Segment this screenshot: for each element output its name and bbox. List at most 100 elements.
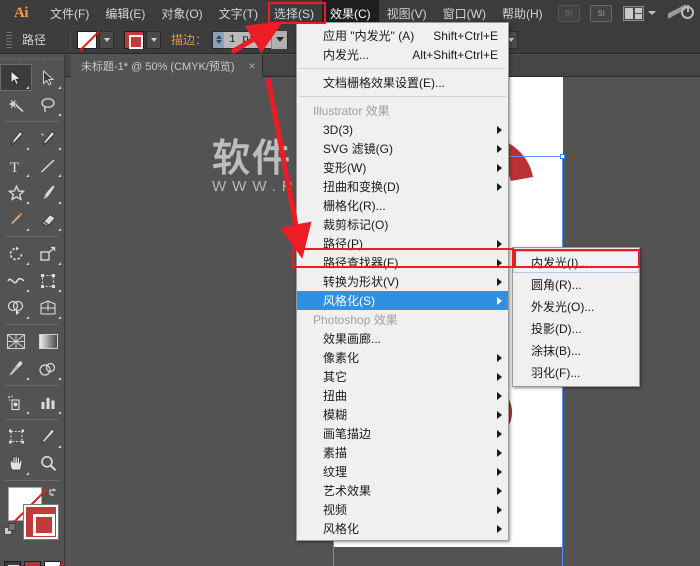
hand-tool[interactable] xyxy=(0,450,32,477)
bridge-icon[interactable]: Br xyxy=(558,5,580,22)
fill-dropdown[interactable] xyxy=(99,31,114,49)
arrange-documents-button[interactable] xyxy=(623,6,656,21)
type-tool[interactable]: T xyxy=(0,152,32,179)
default-fill-stroke-icon[interactable] xyxy=(4,523,17,536)
rotate-tool[interactable] xyxy=(0,240,32,267)
chevron-down-icon xyxy=(104,38,110,42)
lasso-tool[interactable] xyxy=(32,91,64,118)
menu-3d[interactable]: 3D(3) xyxy=(297,120,508,139)
stroke-swatch[interactable] xyxy=(124,31,144,49)
toolbar-divider xyxy=(5,419,59,420)
menu-path[interactable]: 路径(P) xyxy=(297,234,508,253)
slice-tool[interactable] xyxy=(32,423,64,450)
stroke-weight-dropdown[interactable] xyxy=(271,31,287,49)
menu-distort[interactable]: 扭曲 xyxy=(297,386,508,405)
column-graph-tool[interactable] xyxy=(32,389,64,416)
menu-apply-inner-glow[interactable]: 应用 "内发光" (A) Shift+Ctrl+E xyxy=(297,26,508,45)
close-icon[interactable]: × xyxy=(249,59,256,73)
fill-swatch[interactable] xyxy=(77,31,97,49)
stroke-weight-field[interactable]: 1 pt xyxy=(212,31,288,49)
panel-grip[interactable] xyxy=(4,31,14,49)
selection-tool[interactable] xyxy=(0,64,32,91)
magic-wand-tool[interactable] xyxy=(0,91,32,118)
menu-type[interactable]: 文字(T) xyxy=(211,0,266,26)
menu-svg-filters[interactable]: SVG 滤镜(G) xyxy=(297,139,508,158)
scale-tool[interactable] xyxy=(32,240,64,267)
blend-tool[interactable] xyxy=(32,355,64,382)
stroke-dropdown[interactable] xyxy=(146,31,161,49)
menu-document-raster-settings[interactable]: 文档栅格效果设置(E)... xyxy=(297,73,508,92)
shape-builder-tool[interactable] xyxy=(0,294,32,321)
chevron-right-icon xyxy=(497,392,502,400)
chevron-right-icon xyxy=(497,354,502,362)
menu-warp[interactable]: 变形(W) xyxy=(297,158,508,177)
stock-icon[interactable]: St xyxy=(590,5,612,22)
artboard-tool[interactable] xyxy=(0,423,32,450)
menu-inner-glow-dialog[interactable]: 内发光... Alt+Shift+Ctrl+E xyxy=(297,45,508,64)
menu-brush-strokes[interactable]: 画笔描边 xyxy=(297,424,508,443)
menu-artistic[interactable]: 艺术效果 xyxy=(297,481,508,500)
toolbar-divider xyxy=(5,236,59,237)
eraser-tool[interactable] xyxy=(32,206,64,233)
gradient-button[interactable] xyxy=(24,561,41,566)
menu-pathfinder[interactable]: 路径查找器(F) xyxy=(297,253,508,272)
document-tab[interactable]: 未标题-1* @ 50% (CMYK/预览) × xyxy=(71,55,263,77)
menu-stylize[interactable]: 风格化(S) xyxy=(297,291,508,310)
submenu-drop-shadow[interactable]: 投影(D)... xyxy=(513,317,639,339)
arrange-grid-icon xyxy=(623,6,644,21)
effect-menu-dropdown[interactable]: 应用 "内发光" (A) Shift+Ctrl+E 内发光... Alt+Shi… xyxy=(296,22,509,541)
menubar-right-group: Br St xyxy=(553,0,700,26)
menu-edit[interactable]: 编辑(E) xyxy=(97,0,153,26)
perspective-grid-tool[interactable] xyxy=(32,294,64,321)
pencil-tool[interactable] xyxy=(0,206,32,233)
menu-pixelate[interactable]: 像素化 xyxy=(297,348,508,367)
menu-texture[interactable]: 纹理 xyxy=(297,462,508,481)
menu-convert-to-shape[interactable]: 转换为形状(V) xyxy=(297,272,508,291)
menu-distort-transform[interactable]: 扭曲和变换(D) xyxy=(297,177,508,196)
menu-sketch[interactable]: 素描 xyxy=(297,443,508,462)
illustrator-window: Ai 文件(F) 编辑(E) 对象(O) 文字(T) 选择(S) 效果(C) 视… xyxy=(0,0,700,566)
chevron-right-icon xyxy=(497,373,502,381)
zoom-tool[interactable] xyxy=(32,450,64,477)
swap-fill-stroke-icon[interactable] xyxy=(48,485,60,497)
direct-selection-tool[interactable] xyxy=(32,64,64,91)
chevron-right-icon xyxy=(497,259,502,267)
submenu-round-corners[interactable]: 圆角(R)... xyxy=(513,273,639,295)
tools-panel-grip[interactable] xyxy=(0,54,64,64)
toolbar-divider xyxy=(5,121,59,122)
width-tool[interactable] xyxy=(0,267,32,294)
gradient-tool[interactable] xyxy=(32,328,64,355)
stroke-color-swatch[interactable] xyxy=(24,505,58,539)
add-anchor-point-tool[interactable]: + xyxy=(32,125,64,152)
workspace-switcher-icon[interactable] xyxy=(668,3,694,23)
submenu-outer-glow[interactable]: 外发光(O)... xyxy=(513,295,639,317)
mesh-tool[interactable] xyxy=(0,328,32,355)
star-tool[interactable] xyxy=(0,179,32,206)
menu-stylize-ps[interactable]: 风格化 xyxy=(297,519,508,538)
menu-file[interactable]: 文件(F) xyxy=(42,0,97,26)
menu-other[interactable]: 其它 xyxy=(297,367,508,386)
chevron-down-icon xyxy=(648,11,656,15)
stylize-submenu[interactable]: 内发光(I)... 圆角(R)... 外发光(O)... 投影(D)... 涂抹… xyxy=(512,247,640,387)
free-transform-tool[interactable] xyxy=(32,267,64,294)
color-button[interactable] xyxy=(4,561,21,566)
symbol-sprayer-tool[interactable] xyxy=(0,389,32,416)
chevron-right-icon xyxy=(497,487,502,495)
submenu-scribble[interactable]: 涂抹(B)... xyxy=(513,339,639,361)
chevron-right-icon xyxy=(497,183,502,191)
menu-effect-gallery[interactable]: 效果画廊... xyxy=(297,329,508,348)
line-segment-tool[interactable] xyxy=(32,152,64,179)
menu-crop-marks[interactable]: 裁剪标记(O) xyxy=(297,215,508,234)
menu-video[interactable]: 视频 xyxy=(297,500,508,519)
submenu-feather[interactable]: 羽化(F)... xyxy=(513,361,639,383)
menu-object[interactable]: 对象(O) xyxy=(153,0,210,26)
tools-panel: + T xyxy=(0,54,65,566)
eyedropper-tool[interactable] xyxy=(0,355,32,382)
stroke-weight-stepper[interactable] xyxy=(213,32,224,48)
menu-blur[interactable]: 模糊 xyxy=(297,405,508,424)
menu-rasterize[interactable]: 栅格化(R)... xyxy=(297,196,508,215)
submenu-inner-glow[interactable]: 内发光(I)... xyxy=(513,251,639,273)
pen-tool[interactable] xyxy=(0,125,32,152)
none-button[interactable] xyxy=(44,561,61,566)
paintbrush-tool[interactable] xyxy=(32,179,64,206)
